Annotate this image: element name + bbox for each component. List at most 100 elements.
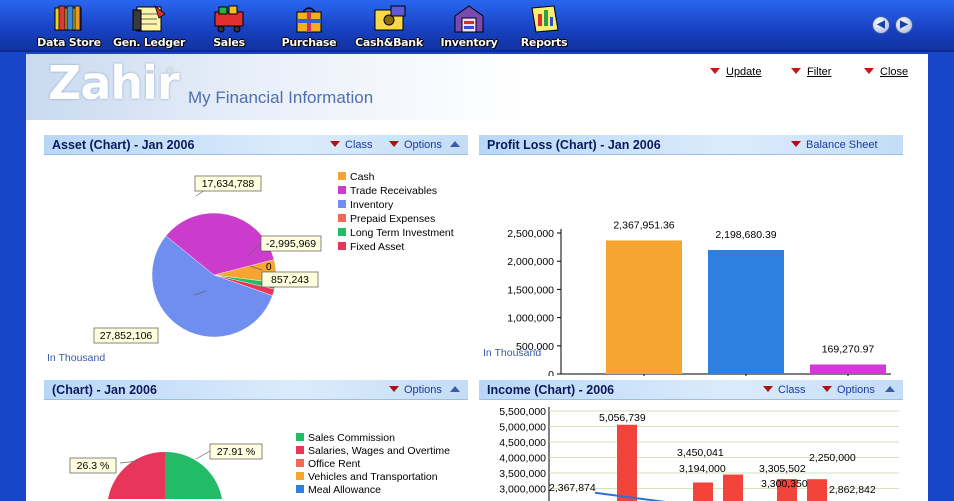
dashboard-panel: Zahir ® My Financial Information Update … bbox=[26, 54, 928, 501]
legend-swatch bbox=[338, 200, 346, 208]
bar-value-label: 2,367,951.36 bbox=[613, 219, 674, 231]
update-label: Update bbox=[726, 66, 762, 78]
expense-options-dropdown[interactable]: Options bbox=[389, 384, 442, 396]
dropdown-triangle-icon bbox=[791, 141, 801, 147]
update-button[interactable]: Update bbox=[710, 66, 761, 78]
y-tick-label: 5,000,000 bbox=[499, 422, 546, 434]
balance-sheet-label: Balance Sheet bbox=[806, 139, 878, 151]
dropdown-triangle-icon bbox=[864, 68, 874, 74]
toolbar-label: Reports bbox=[520, 36, 568, 49]
legend-label: Sales Commission bbox=[308, 432, 395, 444]
toolbar-label: Gen. Ledger bbox=[113, 36, 186, 49]
legend-item: Salaries, Wages and Overtime bbox=[296, 445, 450, 457]
legend-swatch bbox=[296, 472, 304, 480]
collapse-icon[interactable] bbox=[450, 386, 460, 392]
gift-bag-icon bbox=[296, 7, 322, 33]
legend-label: Vehicles and Transportation bbox=[308, 471, 438, 483]
legend-item: Trade Receivables bbox=[338, 185, 437, 197]
legend-label: Long Term Investment bbox=[350, 227, 454, 239]
asset-class-dropdown[interactable]: Class bbox=[330, 139, 373, 151]
legend-item: Meal Allowance bbox=[296, 484, 381, 496]
profit-panel-heading: Profit Loss (Chart) - Jan 2006 bbox=[487, 138, 661, 152]
profit-bar-chart: 0500,0001,000,0001,500,0002,000,0002,500… bbox=[507, 219, 891, 376]
profit-unit-note: In Thousand bbox=[483, 347, 542, 359]
filter-button[interactable]: Filter bbox=[791, 66, 831, 78]
legend-label: Trade Receivables bbox=[350, 185, 438, 197]
y-tick-label: 0 bbox=[548, 369, 554, 376]
prev-arrow-icon[interactable]: ◀ bbox=[872, 16, 890, 34]
asset-options-dropdown[interactable]: Options bbox=[389, 139, 442, 151]
zahir-logo: Zahir bbox=[48, 56, 180, 110]
pie-label: 27,852,106 bbox=[100, 330, 153, 342]
toolbar-label: Inventory bbox=[440, 36, 498, 49]
legend-item: Long Term Investment bbox=[338, 227, 454, 239]
class-label: Class bbox=[345, 139, 373, 151]
bar-value-label: 2,250,000 bbox=[809, 452, 856, 464]
legend-swatch bbox=[338, 172, 346, 180]
toolbar-data-store[interactable]: Data Store bbox=[33, 2, 105, 50]
legend-item: Cash bbox=[338, 171, 375, 183]
pie-label: 857,243 bbox=[271, 274, 309, 286]
page-subtitle: My Financial Information bbox=[188, 88, 374, 107]
bar bbox=[723, 474, 743, 501]
next-arrow-icon[interactable]: ▶ bbox=[895, 16, 913, 34]
bar-value-label: 2,198,680.39 bbox=[715, 229, 776, 241]
pie-label: 17,634,788 bbox=[202, 178, 255, 190]
bar-value-label: 5,056,739 bbox=[599, 412, 646, 424]
toolbar-reports[interactable]: Reports bbox=[508, 2, 580, 50]
legend-swatch bbox=[338, 186, 346, 194]
registered-mark: ® bbox=[166, 66, 174, 77]
legend-item: Vehicles and Transportation bbox=[296, 471, 438, 483]
y-tick-label: 3,500,000 bbox=[499, 468, 546, 480]
dropdown-triangle-icon bbox=[389, 386, 399, 392]
close-button[interactable]: Close bbox=[864, 66, 908, 78]
legend-item: Sales Commission bbox=[296, 432, 395, 444]
asset-panel-title: Asset (Chart) - Jan 2006 Class Options bbox=[44, 135, 468, 155]
income-panel-title: Income (Chart) - 2006 Class Options bbox=[479, 380, 903, 400]
income-options-dropdown[interactable]: Options bbox=[822, 384, 875, 396]
bar bbox=[617, 424, 637, 501]
y-tick-label: 3,000,000 bbox=[499, 484, 546, 496]
pie-label: 0 bbox=[266, 262, 272, 273]
y-tick-label: 1,000,000 bbox=[507, 313, 554, 325]
expense-panel-heading: (Chart) - Jan 2006 bbox=[52, 383, 157, 397]
income-panel-heading: Income (Chart) - 2006 bbox=[487, 383, 615, 397]
collapse-icon[interactable] bbox=[450, 141, 460, 147]
toolbar-purchase[interactable]: Purchase bbox=[273, 2, 345, 50]
legend-swatch bbox=[296, 446, 304, 454]
toolbar-gen-ledger[interactable]: Gen. Ledger bbox=[113, 2, 185, 50]
toolbar-label: Data Store bbox=[37, 36, 101, 49]
legend-item: Prepaid Expenses bbox=[338, 213, 435, 225]
dropdown-triangle-icon bbox=[763, 386, 773, 392]
options-label: Options bbox=[404, 139, 442, 151]
toolbar-cash-bank[interactable]: Cash&Bank bbox=[353, 2, 425, 50]
class-label: Class bbox=[778, 384, 806, 396]
bar-value-label: 169,270.97 bbox=[822, 343, 875, 355]
pie-slice bbox=[108, 451, 165, 499]
income-class-dropdown[interactable]: Class bbox=[763, 384, 806, 396]
legend-label: Salaries, Wages and Overtime bbox=[308, 445, 451, 457]
cart-icon bbox=[214, 5, 244, 33]
ledger-icon bbox=[132, 4, 166, 32]
legend-label: Meal Allowance bbox=[308, 484, 381, 496]
asset-unit-note: In Thousand bbox=[47, 352, 106, 364]
filter-label: Filter bbox=[807, 66, 832, 78]
collapse-icon[interactable] bbox=[885, 386, 895, 392]
main-toolbar: Data Store Gen. Ledger Sales Purchase Ca… bbox=[0, 0, 954, 52]
dropdown-triangle-icon bbox=[822, 386, 832, 392]
expense-panel-title: (Chart) - Jan 2006 Options bbox=[44, 380, 468, 400]
legend-swatch bbox=[296, 459, 304, 467]
legend-swatch bbox=[338, 242, 346, 250]
balance-sheet-dropdown[interactable]: Balance Sheet bbox=[791, 139, 878, 151]
legend-label: Fixed Asset bbox=[350, 241, 405, 253]
bar-value-label: 2,367,874 bbox=[549, 482, 596, 494]
legend-item: Inventory bbox=[338, 199, 393, 211]
income-bar-chart: 5,500,000 5,000,000 4,500,000 4,000,000 3,50… bbox=[499, 406, 899, 501]
toolbar-sales[interactable]: Sales bbox=[193, 2, 265, 50]
bar bbox=[708, 249, 784, 374]
dashboard-header: Zahir ® My Financial Information Update … bbox=[26, 54, 928, 120]
toolbar-inventory[interactable]: Inventory bbox=[433, 2, 505, 50]
warehouse-icon bbox=[454, 5, 484, 33]
bar bbox=[807, 479, 827, 501]
legend-swatch bbox=[296, 485, 304, 493]
